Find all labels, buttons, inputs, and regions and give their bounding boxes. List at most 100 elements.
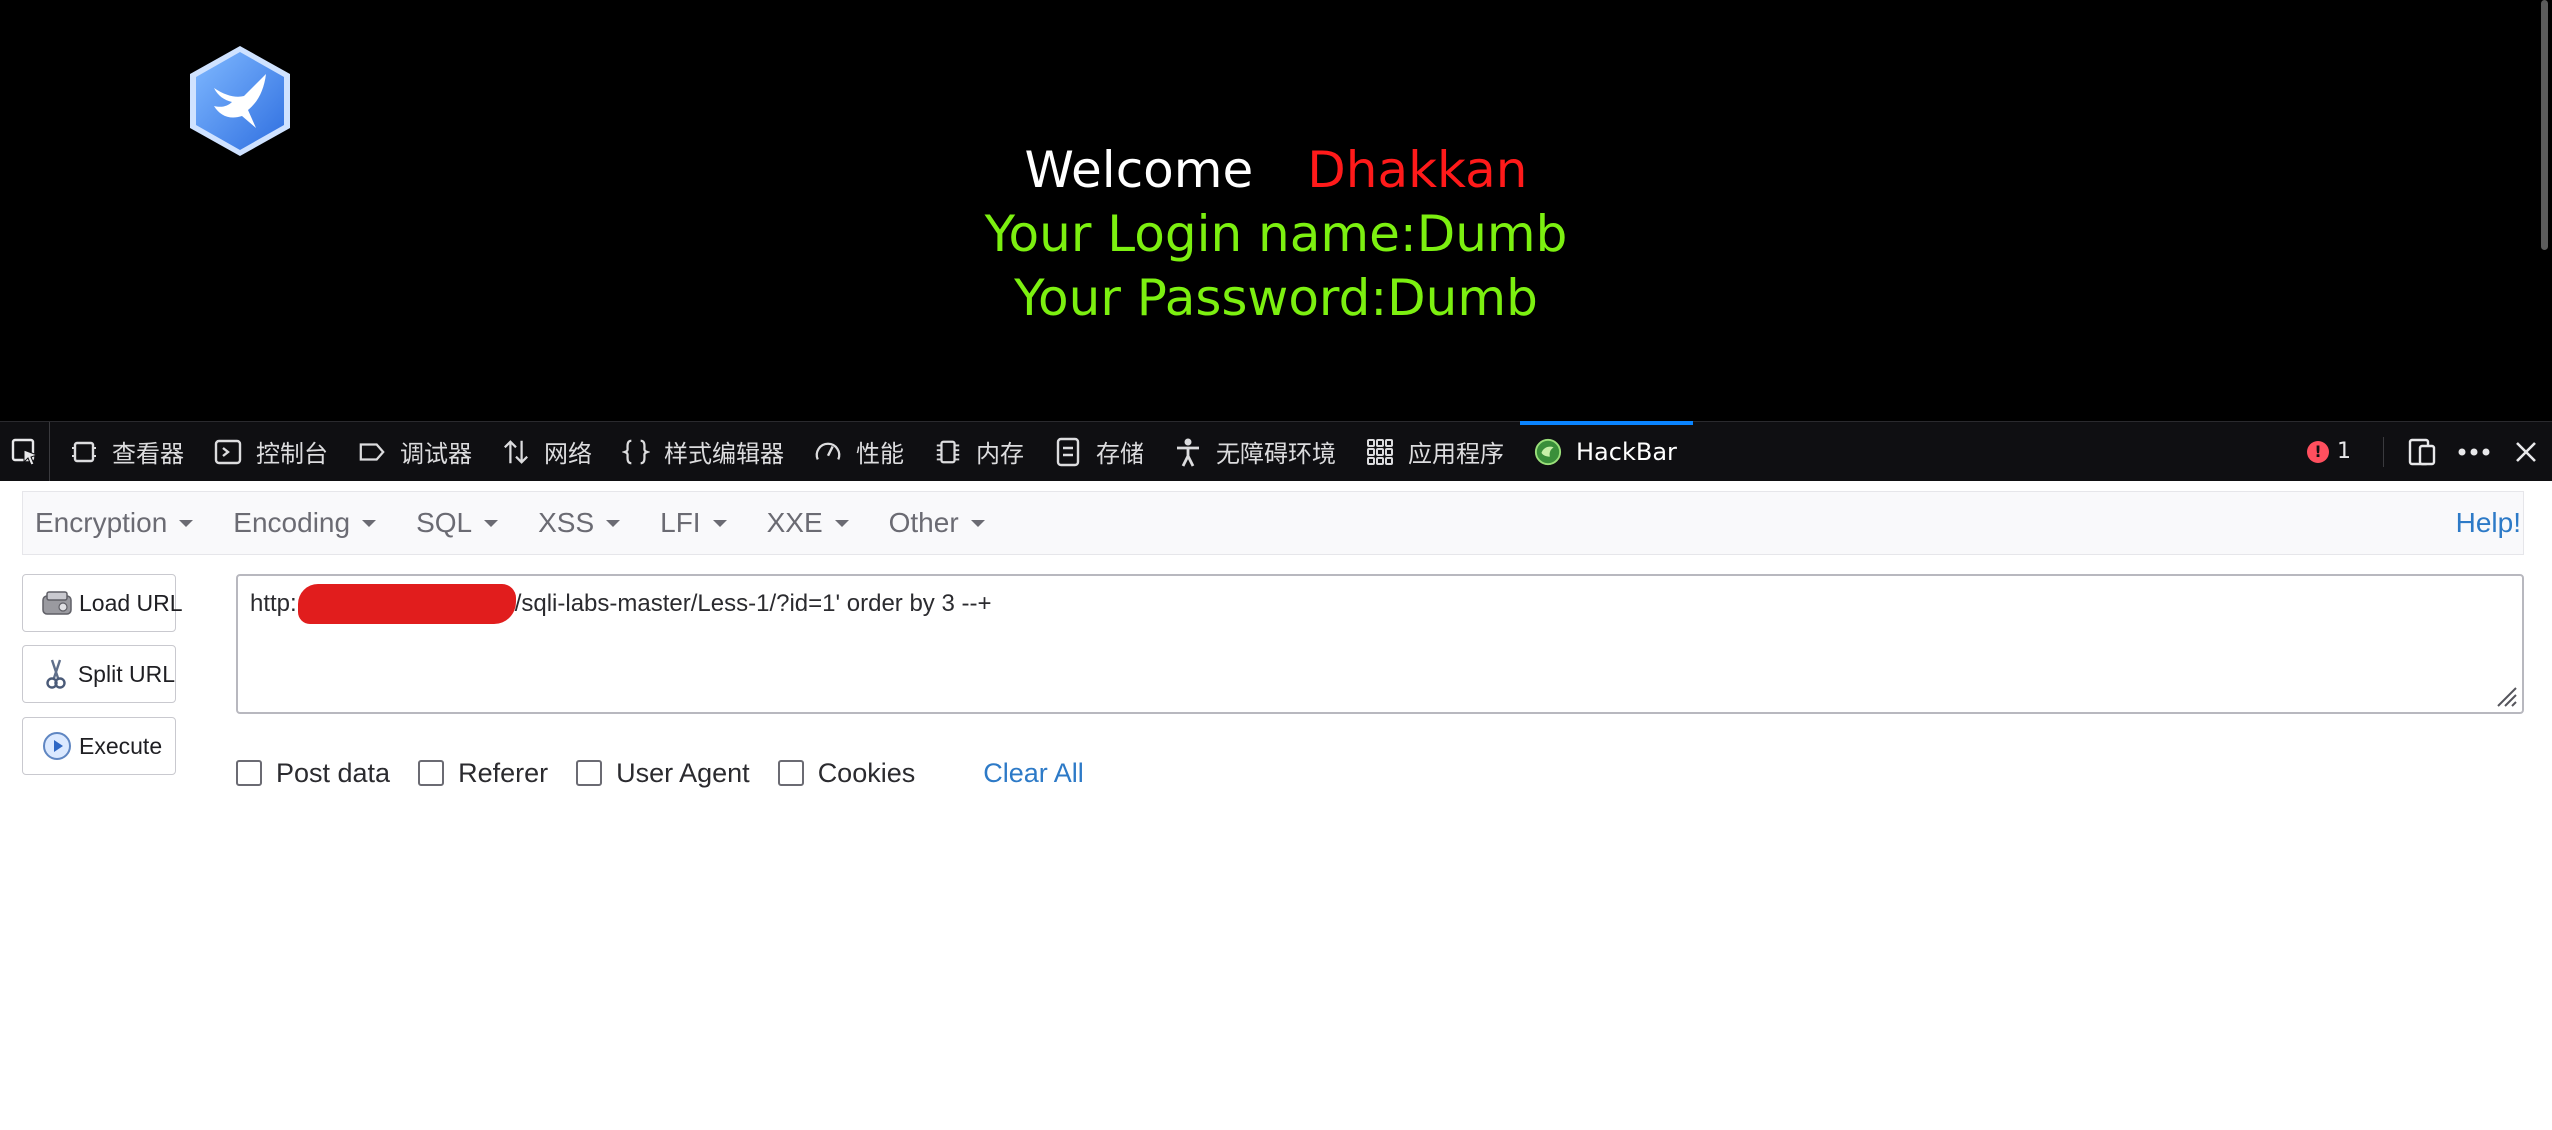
- tab-label: 调试器: [400, 440, 472, 468]
- tab-hackbar[interactable]: HackBar: [1520, 420, 1693, 482]
- redaction-mark: [298, 584, 516, 624]
- welcome-text: Welcome: [1024, 141, 1254, 199]
- menu-label: SQL: [416, 507, 473, 538]
- storage-icon: [1054, 437, 1082, 466]
- tab-application[interactable]: 应用程序: [1352, 422, 1520, 482]
- tab-inspector[interactable]: 查看器: [56, 422, 200, 482]
- error-count-badge[interactable]: ! 1: [2307, 439, 2371, 464]
- menu-xss[interactable]: XSS: [538, 507, 621, 539]
- close-icon: [2516, 441, 2536, 462]
- tab-style-editor[interactable]: 样式编辑器: [608, 422, 800, 482]
- caret-down-icon: [484, 519, 499, 527]
- tab-console[interactable]: 控制台: [200, 422, 344, 482]
- split-url-label: Split URL: [77, 660, 175, 687]
- hackbar-menu-bar: Encryption Encoding SQL XSS LFI XXE Othe…: [22, 491, 2524, 555]
- post-data-checkbox[interactable]: [236, 760, 262, 786]
- welcome-line: Welcome Dhakkan: [0, 138, 2552, 202]
- menu-label: Encoding: [233, 507, 351, 538]
- caret-down-icon: [362, 519, 377, 527]
- network-icon: [502, 438, 530, 466]
- application-icon: [1366, 438, 1394, 466]
- clear-all-link[interactable]: Clear All: [983, 758, 1084, 789]
- menu-xxe[interactable]: XXE: [767, 507, 849, 539]
- menu-encoding[interactable]: Encoding: [233, 507, 377, 539]
- hackbar-panel: Encryption Encoding SQL XSS LFI XXE Othe…: [0, 481, 2552, 1130]
- error-icon: !: [2307, 440, 2329, 463]
- menu-label: XXE: [766, 507, 823, 538]
- scissors-icon: [41, 658, 72, 690]
- caret-down-icon: [179, 519, 194, 527]
- tab-label: 性能: [856, 440, 904, 468]
- toolbar-divider: [2383, 436, 2384, 467]
- split-url-button[interactable]: Split URL: [22, 645, 176, 703]
- load-url-label: Load URL: [79, 589, 183, 616]
- execute-button[interactable]: Execute: [22, 717, 176, 775]
- option-label: User Agent: [616, 757, 750, 788]
- style-editor-icon: [622, 438, 650, 466]
- option-user-agent[interactable]: User Agent: [576, 758, 750, 789]
- memory-icon: [934, 438, 962, 466]
- login-name-line: Your Login name:Dumb: [984, 205, 1568, 263]
- devtools-toolbar: 查看器 控制台 调试器 网络 样式编辑器 性能 内存 存储 无障碍环境 应用程序…: [0, 420, 2552, 482]
- tab-network[interactable]: 网络: [488, 422, 608, 482]
- menu-other[interactable]: Other: [889, 507, 985, 539]
- more-options-icon: [2458, 448, 2490, 455]
- tab-label: 内存: [976, 440, 1024, 468]
- option-label: Referer: [458, 757, 549, 788]
- option-label: Post data: [276, 757, 391, 788]
- devtools-right-controls: ! 1: [2307, 422, 2552, 482]
- accessibility-icon: [1174, 438, 1202, 467]
- url-path: /sqli-labs-master/Less-1/?id=1' order by…: [514, 590, 992, 617]
- execute-label: Execute: [79, 732, 163, 759]
- debugger-icon: [358, 438, 386, 466]
- close-devtools-button[interactable]: [2500, 422, 2552, 482]
- tab-accessibility[interactable]: 无障碍环境: [1160, 422, 1352, 482]
- help-link[interactable]: Help!: [2456, 507, 2521, 539]
- user-name: Dhakkan: [1307, 141, 1528, 199]
- web-page-content: Welcome Dhakkan Your Login name:Dumb Your…: [0, 0, 2552, 421]
- more-options-button[interactable]: [2448, 422, 2500, 482]
- caret-down-icon: [834, 519, 849, 527]
- page-scrollbar[interactable]: [2541, 0, 2548, 250]
- tab-label: 控制台: [256, 440, 328, 468]
- menu-sql[interactable]: SQL: [416, 507, 499, 539]
- tab-label: 样式编辑器: [664, 440, 784, 468]
- tab-label: HackBar: [1576, 437, 1677, 466]
- option-label: Cookies: [817, 757, 916, 788]
- menu-label: XSS: [538, 507, 595, 538]
- cookies-checkbox[interactable]: [777, 760, 804, 786]
- tab-label: 无障碍环境: [1216, 440, 1336, 468]
- tab-memory[interactable]: 内存: [920, 422, 1040, 482]
- option-post-data[interactable]: Post data: [236, 758, 390, 789]
- user-agent-checkbox[interactable]: [576, 760, 603, 786]
- element-picker-icon: [11, 438, 38, 466]
- tab-label: 查看器: [112, 440, 184, 468]
- menu-encryption[interactable]: Encryption: [35, 507, 194, 539]
- caret-down-icon: [970, 519, 985, 527]
- request-options: Post data Referer User Agent Cookies Cle…: [236, 751, 1084, 795]
- performance-icon: [814, 438, 842, 466]
- responsive-design-icon: [2408, 438, 2436, 465]
- menu-label: Encryption: [35, 507, 168, 538]
- menu-label: Other: [888, 507, 959, 538]
- menu-label: LFI: [660, 507, 701, 538]
- tab-performance[interactable]: 性能: [800, 422, 920, 482]
- menu-lfi[interactable]: LFI: [660, 507, 727, 539]
- responsive-design-button[interactable]: [2396, 422, 2448, 482]
- caret-down-icon: [606, 519, 621, 527]
- load-url-button[interactable]: Load URL: [22, 574, 183, 632]
- element-picker-button[interactable]: [0, 421, 50, 482]
- error-count: 1: [2337, 439, 2351, 464]
- password-line: Your Password:Dumb: [1014, 269, 1538, 327]
- tab-storage[interactable]: 存储: [1040, 422, 1160, 482]
- console-icon: [214, 438, 242, 466]
- url-prefix: http:: [250, 590, 297, 617]
- url-textarea[interactable]: http: /sqli-labs-master/Less-1/?id=1' ord…: [236, 574, 2524, 714]
- option-referer[interactable]: Referer: [418, 758, 548, 789]
- hackbar-icon: [1534, 438, 1562, 466]
- caret-down-icon: [712, 519, 727, 527]
- tab-debugger[interactable]: 调试器: [344, 422, 488, 482]
- referer-checkbox[interactable]: [418, 760, 445, 786]
- resize-grip-icon[interactable]: [2492, 682, 2518, 708]
- option-cookies[interactable]: Cookies: [777, 757, 916, 789]
